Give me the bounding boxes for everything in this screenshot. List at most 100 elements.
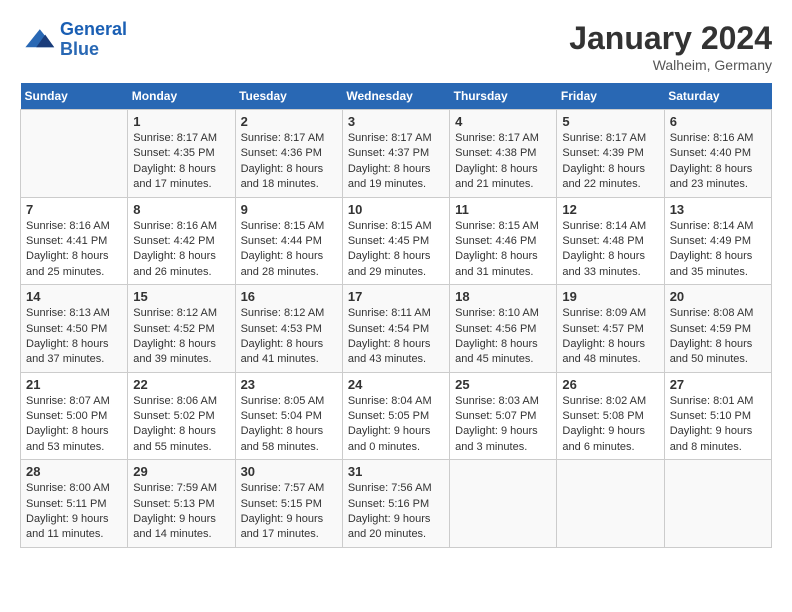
weekday-header-monday: Monday [128, 83, 235, 110]
day-number: 9 [241, 202, 337, 217]
day-number: 17 [348, 289, 444, 304]
week-row-2: 7Sunrise: 8:16 AM Sunset: 4:41 PM Daylig… [21, 197, 772, 285]
calendar-cell: 10 Sunrise: 8:15 AM Sunset: 4:45 PM Dayli… [342, 197, 449, 285]
weekday-header-wednesday: Wednesday [342, 83, 449, 110]
day-number: 8 [133, 202, 229, 217]
calendar-cell: 11 Sunrise: 8:15 AM Sunset: 4:46 PM Dayli… [450, 197, 557, 285]
calendar-cell: 22Sunrise: 8:06 AM Sunset: 5:02 PM Dayli… [128, 372, 235, 460]
day-info: Sunrise: 8:16 AM Sunset: 4:42 PM Dayligh… [133, 219, 229, 281]
day-number: 11 [455, 202, 551, 217]
calendar-cell: 28 Sunrise: 8:00 AM Sunset: 5:11 PM Dayli… [21, 460, 128, 548]
calendar-cell [557, 460, 664, 548]
calendar-cell: 1Sunrise: 8:17 AM Sunset: 4:35 PM Daylig… [128, 110, 235, 198]
day-number: 4 [455, 114, 551, 129]
day-number: 31 [348, 464, 444, 479]
day-number: 12 [562, 202, 658, 217]
day-number: 21 [26, 377, 122, 392]
day-number: 28 [26, 464, 122, 479]
weekday-header-thursday: Thursday [450, 83, 557, 110]
day-number: 24 [348, 377, 444, 392]
calendar-cell [21, 110, 128, 198]
day-number: 6 [670, 114, 766, 129]
calendar-cell: 23 Sunrise: 8:05 AM Sunset: 5:04 PM Dayli… [235, 372, 342, 460]
week-row-1: 1Sunrise: 8:17 AM Sunset: 4:35 PM Daylig… [21, 110, 772, 198]
day-info: Sunrise: 8:15 AM Sunset: 4:46 PM Dayligh… [455, 219, 551, 281]
calendar-cell: 13Sunrise: 8:14 AM Sunset: 4:49 PM Dayli… [664, 197, 771, 285]
day-info: Sunrise: 7:56 AM Sunset: 5:16 PM Dayligh… [348, 481, 444, 543]
day-info: Sunrise: 8:02 AM Sunset: 5:08 PM Dayligh… [562, 394, 658, 456]
day-number: 10 [348, 202, 444, 217]
logo-general: General [60, 19, 127, 39]
day-info: Sunrise: 7:57 AM Sunset: 5:15 PM Dayligh… [241, 481, 337, 543]
page-header: General Blue January 2024 Walheim, Germa… [20, 20, 772, 73]
week-row-3: 14 Sunrise: 8:13 AM Sunset: 4:50 PM Dayli… [21, 285, 772, 373]
day-info: Sunrise: 7:59 AM Sunset: 5:13 PM Dayligh… [133, 481, 229, 543]
day-info: Sunrise: 8:08 AM Sunset: 4:59 PM Dayligh… [670, 306, 766, 368]
day-info: Sunrise: 8:17 AM Sunset: 4:37 PM Dayligh… [348, 131, 444, 193]
day-number: 25 [455, 377, 551, 392]
day-info: Sunrise: 8:17 AM Sunset: 4:36 PM Dayligh… [241, 131, 337, 193]
calendar-cell: 12Sunrise: 8:14 AM Sunset: 4:48 PM Dayli… [557, 197, 664, 285]
calendar-cell: 27 Sunrise: 8:01 AM Sunset: 5:10 PM Dayli… [664, 372, 771, 460]
day-info: Sunrise: 8:16 AM Sunset: 4:40 PM Dayligh… [670, 131, 766, 193]
calendar-cell: 30Sunrise: 7:57 AM Sunset: 5:15 PM Dayli… [235, 460, 342, 548]
calendar-cell: 14 Sunrise: 8:13 AM Sunset: 4:50 PM Dayli… [21, 285, 128, 373]
calendar-cell: 8 Sunrise: 8:16 AM Sunset: 4:42 PM Daylig… [128, 197, 235, 285]
day-info: Sunrise: 8:15 AM Sunset: 4:45 PM Dayligh… [348, 219, 444, 281]
day-info: Sunrise: 8:14 AM Sunset: 4:49 PM Dayligh… [670, 219, 766, 281]
day-info: Sunrise: 8:03 AM Sunset: 5:07 PM Dayligh… [455, 394, 551, 456]
weekday-header-friday: Friday [557, 83, 664, 110]
day-number: 18 [455, 289, 551, 304]
day-info: Sunrise: 8:05 AM Sunset: 5:04 PM Dayligh… [241, 394, 337, 456]
calendar-cell: 21Sunrise: 8:07 AM Sunset: 5:00 PM Dayli… [21, 372, 128, 460]
calendar-cell: 16Sunrise: 8:12 AM Sunset: 4:53 PM Dayli… [235, 285, 342, 373]
day-info: Sunrise: 8:17 AM Sunset: 4:39 PM Dayligh… [562, 131, 658, 193]
day-number: 19 [562, 289, 658, 304]
day-info: Sunrise: 8:17 AM Sunset: 4:38 PM Dayligh… [455, 131, 551, 193]
day-info: Sunrise: 8:04 AM Sunset: 5:05 PM Dayligh… [348, 394, 444, 456]
day-info: Sunrise: 8:10 AM Sunset: 4:56 PM Dayligh… [455, 306, 551, 368]
day-number: 15 [133, 289, 229, 304]
calendar-cell: 2 Sunrise: 8:17 AM Sunset: 4:36 PM Daylig… [235, 110, 342, 198]
day-number: 3 [348, 114, 444, 129]
day-number: 26 [562, 377, 658, 392]
title-block: January 2024 Walheim, Germany [569, 20, 772, 73]
day-info: Sunrise: 8:17 AM Sunset: 4:35 PM Dayligh… [133, 131, 229, 193]
calendar-cell: 19 Sunrise: 8:09 AM Sunset: 4:57 PM Dayli… [557, 285, 664, 373]
day-number: 29 [133, 464, 229, 479]
calendar-cell: 9 Sunrise: 8:15 AM Sunset: 4:44 PM Daylig… [235, 197, 342, 285]
day-number: 23 [241, 377, 337, 392]
logo: General Blue [20, 20, 127, 60]
day-info: Sunrise: 8:12 AM Sunset: 4:52 PM Dayligh… [133, 306, 229, 368]
day-number: 5 [562, 114, 658, 129]
calendar-cell: 31 Sunrise: 7:56 AM Sunset: 5:16 PM Dayli… [342, 460, 449, 548]
day-info: Sunrise: 8:16 AM Sunset: 4:41 PM Dayligh… [26, 219, 122, 281]
calendar-cell: 25 Sunrise: 8:03 AM Sunset: 5:07 PM Dayli… [450, 372, 557, 460]
calendar-cell: 18 Sunrise: 8:10 AM Sunset: 4:56 PM Dayli… [450, 285, 557, 373]
day-info: Sunrise: 8:15 AM Sunset: 4:44 PM Dayligh… [241, 219, 337, 281]
day-info: Sunrise: 8:06 AM Sunset: 5:02 PM Dayligh… [133, 394, 229, 456]
calendar-cell: 7Sunrise: 8:16 AM Sunset: 4:41 PM Daylig… [21, 197, 128, 285]
day-info: Sunrise: 8:01 AM Sunset: 5:10 PM Dayligh… [670, 394, 766, 456]
day-number: 2 [241, 114, 337, 129]
day-number: 16 [241, 289, 337, 304]
calendar-cell: 4 Sunrise: 8:17 AM Sunset: 4:38 PM Daylig… [450, 110, 557, 198]
calendar-cell: 24 Sunrise: 8:04 AM Sunset: 5:05 PM Dayli… [342, 372, 449, 460]
calendar-cell: 6 Sunrise: 8:16 AM Sunset: 4:40 PM Daylig… [664, 110, 771, 198]
calendar-cell: 29 Sunrise: 7:59 AM Sunset: 5:13 PM Dayli… [128, 460, 235, 548]
calendar-table: SundayMondayTuesdayWednesdayThursdayFrid… [20, 83, 772, 548]
day-info: Sunrise: 8:13 AM Sunset: 4:50 PM Dayligh… [26, 306, 122, 368]
day-number: 20 [670, 289, 766, 304]
calendar-cell [450, 460, 557, 548]
logo-icon [20, 22, 56, 58]
weekday-header-sunday: Sunday [21, 83, 128, 110]
day-number: 14 [26, 289, 122, 304]
day-number: 27 [670, 377, 766, 392]
calendar-cell: 26 Sunrise: 8:02 AM Sunset: 5:08 PM Dayli… [557, 372, 664, 460]
week-row-5: 28 Sunrise: 8:00 AM Sunset: 5:11 PM Dayli… [21, 460, 772, 548]
day-info: Sunrise: 8:00 AM Sunset: 5:11 PM Dayligh… [26, 481, 122, 543]
day-info: Sunrise: 8:09 AM Sunset: 4:57 PM Dayligh… [562, 306, 658, 368]
calendar-cell: 5 Sunrise: 8:17 AM Sunset: 4:39 PM Daylig… [557, 110, 664, 198]
day-info: Sunrise: 8:11 AM Sunset: 4:54 PM Dayligh… [348, 306, 444, 368]
logo-blue: Blue [60, 39, 99, 59]
